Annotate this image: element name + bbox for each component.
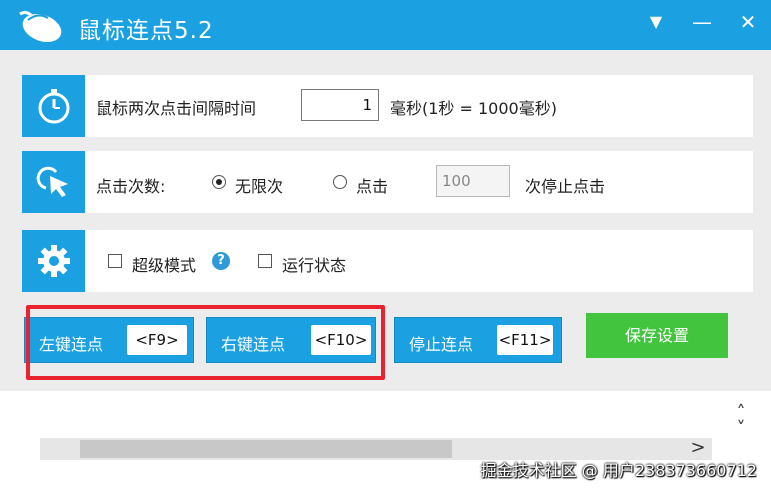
unlimited-label[interactable]: 无限次 — [235, 173, 283, 197]
click-count-label[interactable]: 点击 — [356, 173, 388, 197]
minimize-button[interactable]: — — [688, 8, 716, 36]
run-status-checkbox[interactable] — [258, 254, 272, 268]
pin-button[interactable]: ▼ — [642, 8, 670, 36]
interval-input[interactable]: 1 — [301, 89, 379, 121]
interval-label: 鼠标两次点击间隔时间 — [96, 99, 257, 118]
gear-icon — [22, 230, 85, 292]
run-status-label[interactable]: 运行状态 — [282, 252, 346, 276]
stop-click-button[interactable]: 停止连点 <F11> — [394, 317, 562, 363]
click-count-radio[interactable] — [333, 175, 347, 189]
interval-unit: 毫秒(1秒 = 1000毫秒) — [390, 99, 557, 118]
scroll-down-arrow[interactable]: ˅ — [731, 419, 751, 439]
scroll-right-arrow[interactable]: > — [688, 438, 708, 458]
title-bar: 鼠标连点5.2 ▼ — ✕ — [0, 0, 771, 50]
client-area: 鼠标两次点击间隔时间 1 毫秒(1秒 = 1000毫秒) 点击次数: 无限次 点… — [0, 50, 771, 493]
close-button[interactable]: ✕ — [734, 8, 762, 36]
super-mode-label[interactable]: 超级模式 — [132, 252, 196, 276]
cursor-click-icon — [22, 151, 85, 213]
count-suffix: 次停止点击 — [525, 177, 606, 196]
save-settings-button[interactable]: 保存设置 — [586, 313, 728, 358]
count-label: 点击次数: — [96, 177, 166, 196]
unlimited-radio[interactable] — [212, 175, 226, 189]
stop-click-hotkey: <F11> — [497, 325, 553, 355]
interval-panel: 鼠标两次点击间隔时间 1 毫秒(1秒 = 1000毫秒) — [22, 75, 753, 137]
stopwatch-icon — [22, 75, 85, 137]
annotation-highlight-box — [26, 305, 385, 380]
count-panel: 点击次数: 无限次 点击 100 次停止点击 — [22, 151, 753, 213]
scrollbar-thumb[interactable] — [80, 440, 452, 458]
options-panel: 超级模式 ? 运行状态 — [22, 230, 753, 292]
stop-click-label: 停止连点 — [409, 335, 474, 354]
count-input[interactable]: 100 — [436, 165, 510, 197]
help-icon[interactable]: ? — [212, 252, 230, 270]
mouse-logo-icon — [19, 10, 62, 43]
window-title: 鼠标连点5.2 — [78, 18, 214, 44]
watermark: 掘金技术社区 @ 用户2383736607​12 — [480, 461, 757, 480]
super-mode-checkbox[interactable] — [108, 254, 122, 268]
